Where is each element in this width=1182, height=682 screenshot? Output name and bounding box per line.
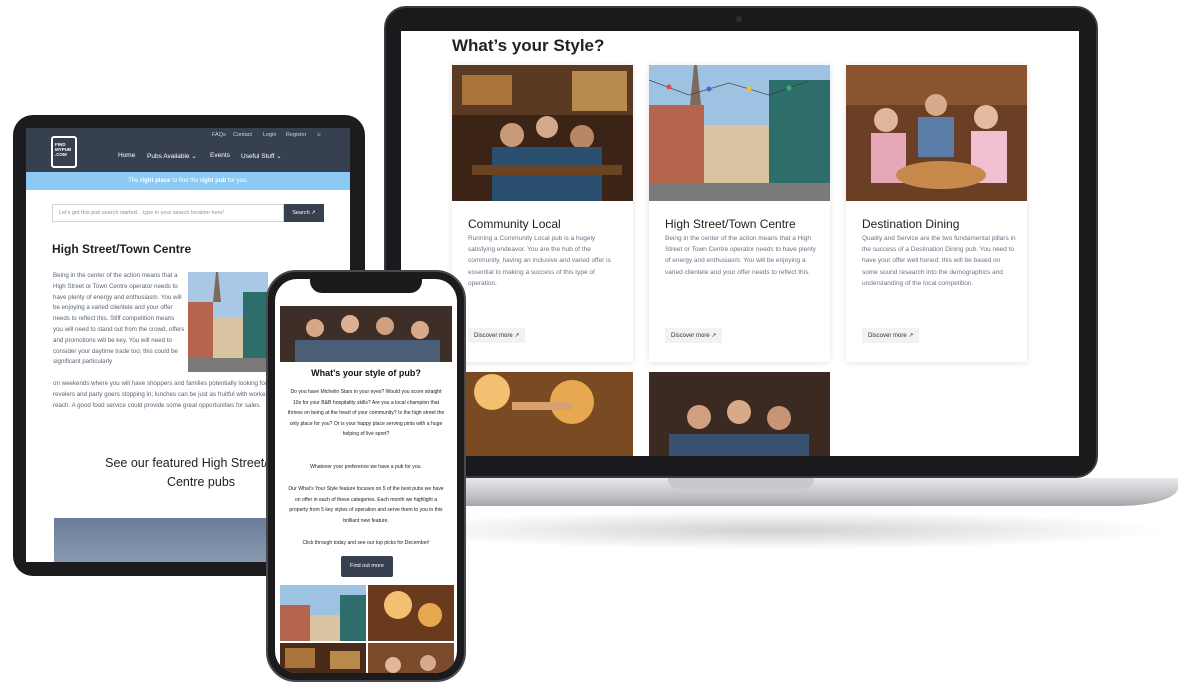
card-title: Destination Dining [862, 217, 960, 231]
nav-home[interactable]: Home [118, 152, 135, 159]
find-out-more-button[interactable]: Find out more [341, 556, 393, 577]
search-button[interactable]: Search ↗ [284, 204, 324, 222]
user-icon[interactable]: ☺ [316, 132, 322, 138]
style-card-destination-dining[interactable]: Destination Dining Quality and Service a… [846, 65, 1027, 362]
phone-screen: What's your style of pub? Do you have Mi… [275, 279, 457, 673]
street-photo[interactable] [280, 585, 366, 641]
card-description: Quality and Service are the two fundamen… [862, 235, 1016, 287]
page-title: What’s your Style? [452, 36, 605, 55]
site-header: FIND MYPUB .COM FAQs Contact Login Registe… [26, 128, 350, 172]
dining-photo [846, 65, 1027, 201]
bar-photo[interactable] [280, 643, 366, 673]
style-card-high-street[interactable]: High Street/Town Centre Being in the cen… [648, 65, 830, 362]
laptop-camera [736, 16, 742, 22]
laptop-screen: What’s your Style? Community Local Runni… [401, 31, 1079, 456]
pub-friends-photo [280, 306, 452, 362]
card-title: High Street/Town Centre [665, 217, 796, 231]
card-description: Being in the center of the action means … [665, 235, 816, 276]
discover-more-button[interactable]: Discover more ↗ [665, 328, 723, 343]
nav-link-faqs[interactable]: FAQs [212, 132, 226, 138]
tagline-band: The right place to find the right pub fo… [26, 172, 350, 190]
feature-paragraph: Our What's Your Style feature focuses on… [288, 486, 444, 524]
laptop-notch [668, 478, 814, 489]
sports-fans-photo[interactable] [649, 372, 830, 456]
preference-paragraph: Whatever your preference we have a pub f… [310, 464, 422, 470]
card-title: Community Local [468, 217, 561, 231]
nav-pubs-available[interactable]: Pubs Available ⌄ [147, 152, 197, 160]
high-street-photo [188, 272, 268, 372]
nav-link-contact[interactable]: Contact [233, 132, 252, 138]
style-card-community-local[interactable]: Community Local Running a Community Loca… [452, 65, 633, 362]
card-description: Running a Community Local pub is a hugel… [468, 235, 611, 287]
discover-more-button[interactable]: Discover more ↗ [862, 328, 920, 343]
phone-notch [310, 279, 422, 293]
pub-bar-photo [452, 65, 633, 201]
section-paragraph: Being in the center of the action means … [53, 272, 185, 366]
laptop-shadow [380, 510, 1170, 550]
nav-link-login[interactable]: Login [263, 132, 276, 138]
cheers-photo[interactable] [452, 372, 633, 456]
cta-paragraph: Click through today and see our top pick… [302, 540, 430, 546]
cheers-photo[interactable] [368, 585, 454, 641]
intro-paragraph: Do you have Michelin Stars in your eyes?… [287, 389, 445, 438]
nav-events[interactable]: Events [210, 152, 230, 159]
nav-useful-stuff[interactable]: Useful Stuff ⌄ [241, 152, 282, 160]
discover-more-button[interactable]: Discover more ↗ [468, 328, 526, 343]
section-heading: High Street/Town Centre [52, 242, 192, 256]
dining-photo[interactable] [368, 643, 454, 673]
logo-text: FIND MYPUB .COM [55, 142, 72, 157]
search-input[interactable]: Let's get this pub search started... typ… [52, 204, 284, 222]
nav-link-register[interactable]: Register [286, 132, 306, 138]
phone-heading: What's your style of pub? [311, 368, 421, 378]
high-street-photo [648, 65, 830, 201]
